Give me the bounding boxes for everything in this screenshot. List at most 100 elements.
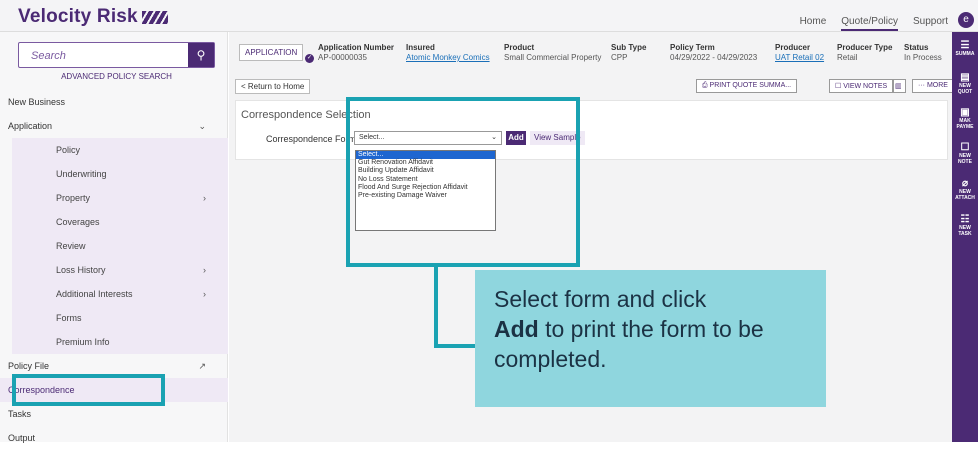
- view-notes-button[interactable]: ☐ VIEW NOTES: [829, 79, 894, 93]
- sidebar-item-property[interactable]: Property ›: [12, 186, 228, 210]
- top-nav: Home Quote/Policy Support: [800, 16, 948, 31]
- field-label: Application Number: [318, 43, 395, 52]
- producer-link[interactable]: UAT Retail 02: [775, 53, 824, 63]
- sidebar-item-label: Additional Interests: [56, 289, 133, 299]
- field-producer-type: Producer Type Retail: [837, 43, 892, 63]
- paperclip-icon: ⌀: [961, 178, 969, 189]
- sidebar-item-label: Underwriting: [56, 169, 107, 179]
- sidebar-item-label: Policy File: [8, 361, 50, 371]
- sidebar-item-additional-interests[interactable]: Additional Interests ›: [12, 282, 228, 306]
- sidebar-item-new-business[interactable]: New Business: [0, 90, 228, 114]
- field-producer: Producer UAT Retail 02: [775, 43, 824, 63]
- sidebar-item-coverages[interactable]: Coverages: [12, 210, 228, 234]
- more-button[interactable]: ··· MORE: [912, 79, 954, 93]
- select-value: Select...: [359, 134, 385, 141]
- correspondence-form-select[interactable]: Select... ⌄: [354, 131, 502, 145]
- sidebar-item-label: Coverages: [56, 217, 100, 227]
- sidebar-item-premium-info[interactable]: Premium Info: [12, 330, 228, 354]
- field-policy-term: Policy Term 04/29/2022 - 04/29/2023: [670, 43, 757, 63]
- top-header: Velocity Risk Home Quote/Policy Support …: [0, 0, 978, 32]
- correspondence-form-label: Correspondence Form*: [266, 134, 360, 144]
- dropdown-option[interactable]: Select...: [356, 151, 495, 160]
- chevron-right-icon: ›: [203, 289, 206, 299]
- sidebar-item-loss-history[interactable]: Loss History ›: [12, 258, 228, 282]
- sidebar-item-review[interactable]: Review: [12, 234, 228, 258]
- dropdown-option[interactable]: Building Update Affidavit: [356, 167, 495, 175]
- sidebar-item-label: Review: [56, 241, 86, 251]
- new-attachment-action[interactable]: ⌀ NEW ATTACH: [952, 178, 978, 201]
- field-label: Status: [904, 43, 929, 52]
- right-action-bar: ☰ SUMMA ▤ NEW QUOT ▣ MAK PAYME ☐ NEW NOTE ⌀ N…: [952, 32, 978, 442]
- advanced-search-link[interactable]: ADVANCED POLICY SEARCH: [18, 72, 215, 81]
- callout-connector: [434, 344, 475, 348]
- note-icon: ☐: [960, 142, 970, 153]
- dropdown-option[interactable]: Flood And Surge Rejection Affidavit: [356, 184, 495, 192]
- dropdown-option[interactable]: No Loss Statement: [356, 176, 495, 184]
- search-icon: ⚲: [196, 48, 206, 62]
- sidebar-item-label: Forms: [56, 313, 82, 323]
- logo[interactable]: Velocity Risk: [18, 6, 168, 28]
- correspondence-highlight-frame: [12, 374, 165, 406]
- delete-button[interactable]: ▥: [893, 79, 906, 93]
- sidebar-item-forms[interactable]: Forms: [12, 306, 228, 330]
- field-label: Product: [504, 43, 535, 52]
- action-label: NEW TASK: [958, 225, 972, 237]
- new-note-action[interactable]: ☐ NEW NOTE: [952, 142, 978, 165]
- check-icon: ✓: [305, 54, 314, 63]
- summary-action[interactable]: ☰ SUMMA: [952, 40, 978, 57]
- field-label: Sub Type: [611, 43, 647, 52]
- chevron-down-icon: ⌄: [198, 121, 206, 131]
- callout-bold: Add: [494, 316, 539, 342]
- nav-quote-policy[interactable]: Quote/Policy: [841, 16, 898, 31]
- sidebar-item-label: Application: [8, 121, 53, 131]
- sidebar-item-application[interactable]: Application ⌄: [0, 114, 228, 138]
- sidebar-item-underwriting[interactable]: Underwriting: [12, 162, 228, 186]
- field-label: Producer Type: [837, 43, 893, 52]
- trash-icon: ▥: [895, 83, 902, 90]
- field-value: CPP: [611, 53, 628, 62]
- field-label: Policy Term: [670, 43, 715, 52]
- search-placeholder: Search: [31, 50, 66, 62]
- search-input[interactable]: Search ⚲: [18, 42, 215, 68]
- add-button[interactable]: Add: [506, 131, 526, 145]
- correspondence-form-dropdown[interactable]: Select... Gut Renovation Affidavit Build…: [355, 150, 496, 231]
- field-insured: Insured Atomic Monkey Comics: [406, 43, 490, 63]
- instruction-callout: Select form and click Add to print the f…: [475, 270, 826, 407]
- action-label: NEW ATTACH: [955, 189, 975, 201]
- field-value: 04/29/2022 - 04/29/2023: [670, 53, 758, 62]
- application-info-bar: APPLICATION ✓ Application Number AP-00000…: [229, 32, 952, 70]
- user-avatar-icon[interactable]: e: [958, 12, 974, 28]
- sidebar-item-policy[interactable]: Policy: [12, 138, 228, 162]
- chevron-right-icon: ›: [203, 193, 206, 203]
- search-button[interactable]: ⚲: [188, 43, 214, 67]
- logo-mark-icon: [141, 10, 168, 24]
- new-quote-action[interactable]: ▤ NEW QUOT: [952, 72, 978, 95]
- print-quote-summary-button[interactable]: ⎙ PRINT QUOTE SUMMA...: [696, 79, 798, 93]
- sidebar-item-label: Loss History: [56, 265, 106, 275]
- callout-line1: Select form and click: [494, 286, 707, 312]
- make-payment-action[interactable]: ▣ MAK PAYME: [952, 107, 978, 130]
- sidebar-item-label: Premium Info: [56, 337, 110, 347]
- nav-support[interactable]: Support: [913, 16, 948, 31]
- field-value: In Process: [904, 53, 942, 62]
- chevron-down-icon: ⌄: [491, 134, 497, 141]
- card-title: Correspondence Selection: [241, 109, 371, 121]
- return-to-home-button[interactable]: < Return to Home: [235, 79, 311, 94]
- nav-home[interactable]: Home: [800, 16, 827, 31]
- new-task-action[interactable]: ☷ NEW TASK: [952, 214, 978, 237]
- dropdown-option[interactable]: Gut Renovation Affidavit: [356, 159, 495, 167]
- field-value: AP-00000035: [318, 53, 367, 62]
- action-label: SUMMA: [955, 51, 975, 57]
- application-badge: APPLICATION: [239, 44, 304, 61]
- document-icon: ▤: [960, 72, 970, 83]
- field-status: Status In Process: [904, 43, 942, 63]
- insured-link[interactable]: Atomic Monkey Comics: [406, 53, 490, 63]
- payment-icon: ▣: [960, 107, 970, 118]
- field-label: Insured: [406, 43, 435, 52]
- field-sub-type: Sub Type CPP: [611, 43, 646, 63]
- sidebar-item-output[interactable]: Output: [0, 426, 228, 450]
- view-sample-button[interactable]: View Sample: [530, 131, 585, 145]
- field-application-number: Application Number AP-00000035: [318, 43, 394, 63]
- field-value: Retail: [837, 53, 858, 62]
- dropdown-option[interactable]: Pre-existing Damage Waiver: [356, 192, 495, 200]
